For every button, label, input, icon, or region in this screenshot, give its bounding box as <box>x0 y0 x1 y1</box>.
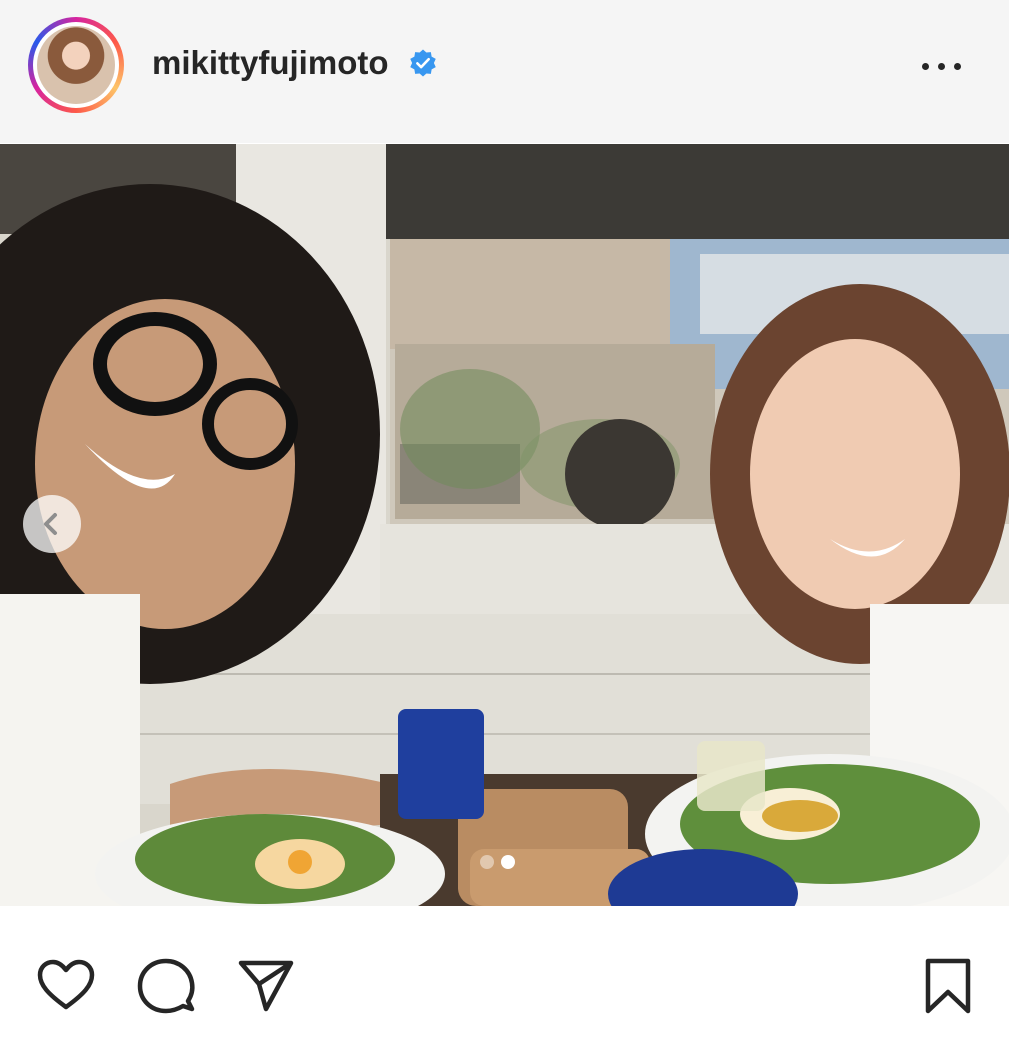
post-header: mikittyfujimoto <box>0 0 1009 143</box>
more-options-button[interactable] <box>918 46 966 86</box>
send-icon[interactable] <box>236 956 296 1016</box>
post-image[interactable] <box>0 144 1009 906</box>
username-link[interactable]: mikittyfujimoto <box>152 44 389 82</box>
carousel-dot-active <box>501 855 515 869</box>
carousel-dot <box>480 855 494 869</box>
carousel-prev-button[interactable] <box>23 495 81 553</box>
avatar[interactable] <box>37 26 115 104</box>
more-horizontal-icon <box>922 63 929 70</box>
bookmark-icon[interactable] <box>918 956 978 1016</box>
carousel-dots <box>480 855 522 869</box>
post-photo <box>0 144 1009 906</box>
chevron-left-icon <box>44 513 57 535</box>
verified-badge-icon <box>410 49 436 77</box>
comment-icon[interactable] <box>136 956 196 1016</box>
story-ring[interactable] <box>28 17 124 113</box>
heart-icon[interactable] <box>36 956 96 1016</box>
post-action-bar <box>0 906 1009 1045</box>
